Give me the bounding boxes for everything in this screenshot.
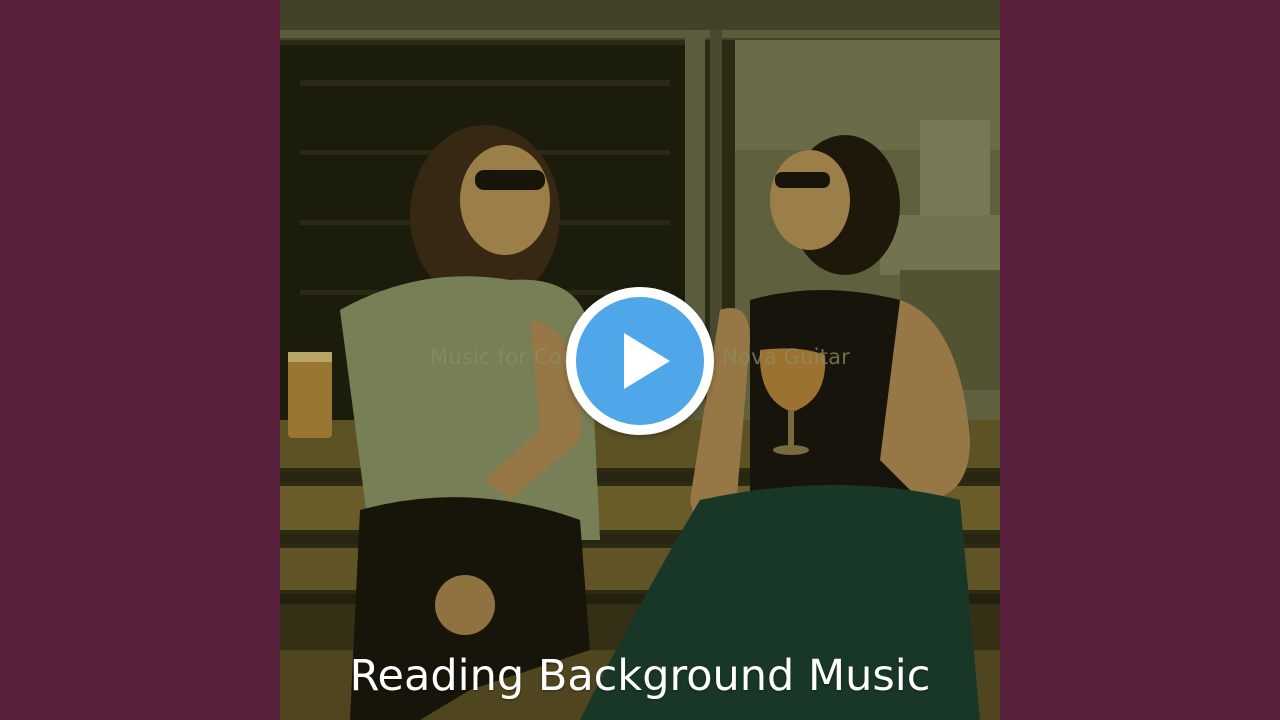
caption-title: Reading Background Music [349, 651, 931, 701]
video-player[interactable]: Music for Cocktails - Bossa Nova Guitar … [0, 0, 1280, 720]
play-button[interactable] [566, 287, 714, 435]
play-button-circle [576, 297, 704, 425]
play-icon [624, 333, 670, 389]
